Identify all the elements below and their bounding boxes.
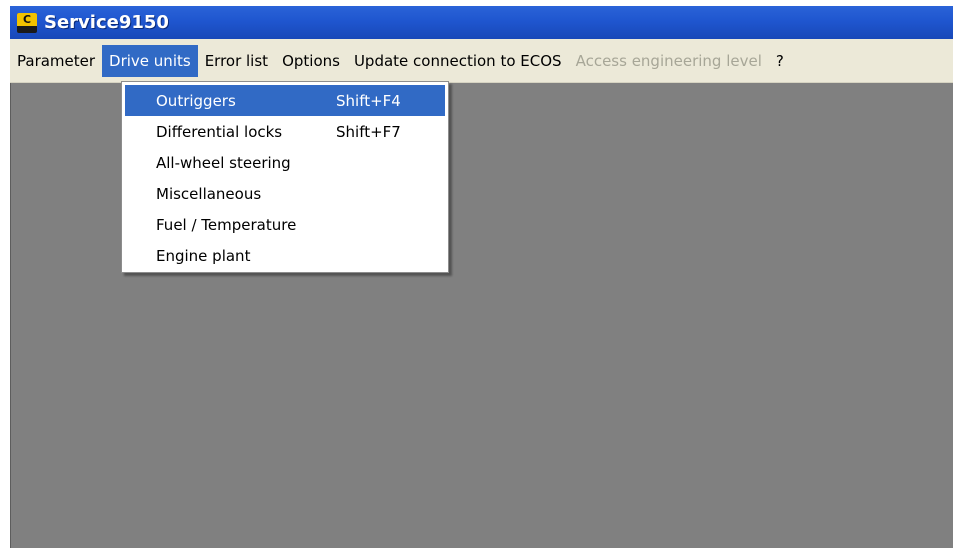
menu-error-list[interactable]: Error list — [198, 45, 275, 77]
menu-option-outriggers[interactable]: Outriggers Shift+F4 — [125, 85, 445, 116]
title-bar[interactable]: C Service9150 — [10, 6, 953, 39]
menu-access-engineering-level: Access engineering level — [575, 51, 762, 70]
menu-option-all-wheel-steering[interactable]: All-wheel steering — [125, 147, 445, 178]
menu-drive-units[interactable]: Drive units — [102, 44, 198, 77]
menu-option-label: Outriggers — [156, 91, 236, 110]
menu-option-differential-locks[interactable]: Differential locks Shift+F7 — [125, 116, 445, 147]
menu-help[interactable]: ? — [769, 45, 791, 77]
menu-parameter[interactable]: Parameter — [10, 45, 102, 77]
menu-option-engine-plant[interactable]: Engine plant — [125, 240, 445, 271]
menu-options[interactable]: Options — [275, 45, 347, 77]
menu-option-label: Fuel / Temperature — [156, 215, 297, 234]
menu-option-label: All-wheel steering — [156, 153, 291, 172]
menu-update-connection[interactable]: Update connection to ECOS — [347, 45, 569, 77]
menu-option-label: Miscellaneous — [156, 184, 262, 203]
drive-units-dropdown: Outriggers Shift+F4 Differential locks S… — [121, 81, 449, 273]
app-logo-icon[interactable]: C — [17, 12, 37, 33]
menu-option-label: Engine plant — [156, 246, 251, 265]
menu-option-miscellaneous[interactable]: Miscellaneous — [125, 178, 445, 209]
menu-option-shortcut: Shift+F4 — [336, 91, 401, 110]
menu-option-fuel-temperature[interactable]: Fuel / Temperature — [125, 209, 445, 240]
window-title: Service9150 — [44, 12, 169, 33]
menu-bar: Parameter Drive units Error list Options… — [10, 39, 953, 83]
menu-option-shortcut: Shift+F7 — [336, 122, 401, 141]
menu-option-label: Differential locks — [156, 122, 283, 141]
